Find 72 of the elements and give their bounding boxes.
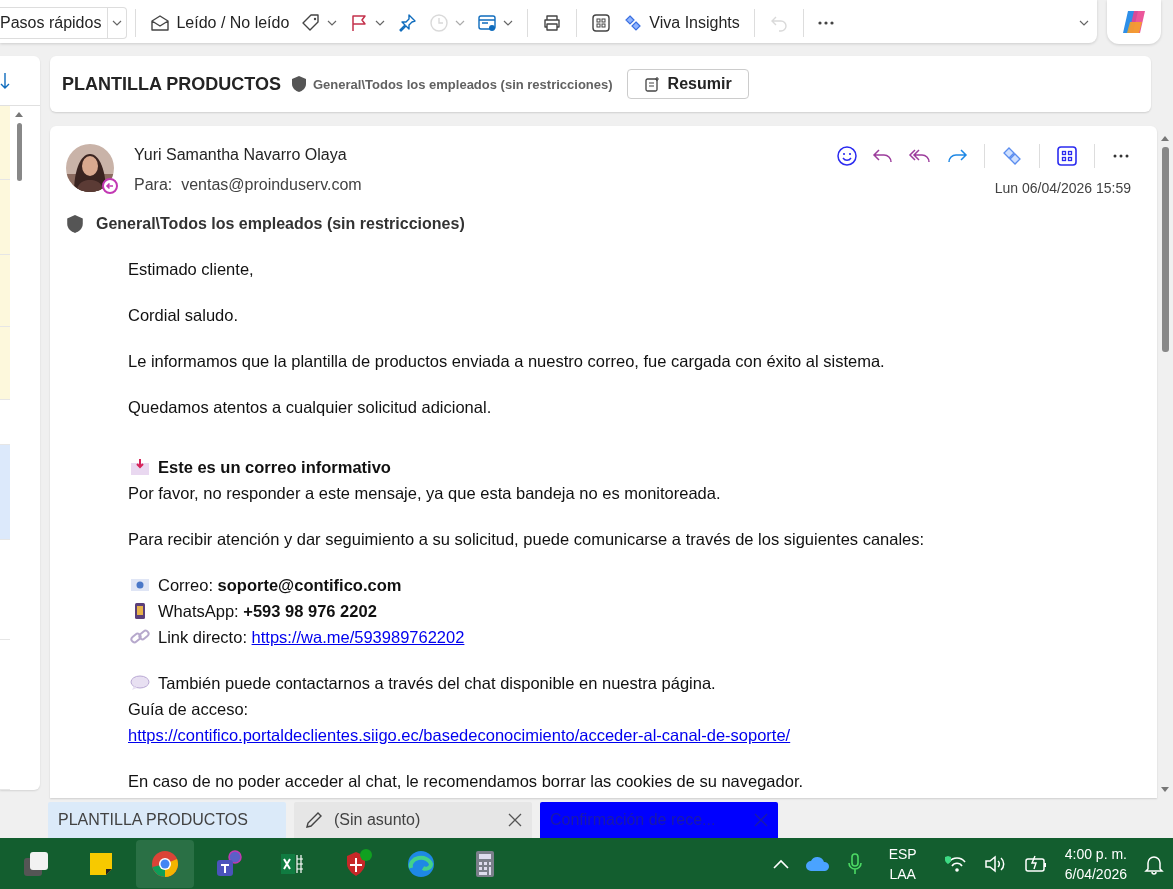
apps-icon[interactable] xyxy=(1056,145,1078,167)
scrollbar-thumb[interactable] xyxy=(16,123,22,181)
copilot-button[interactable] xyxy=(1107,0,1161,44)
microphone-icon[interactable] xyxy=(846,852,863,875)
pin-icon xyxy=(397,13,418,33)
chain-icon xyxy=(130,628,150,646)
sensitivity-label: General\Todos los empleados (sin restricciones) xyxy=(313,76,613,92)
recipient-line: Para: ventas@proinduserv.com xyxy=(134,176,363,194)
envelope-icon xyxy=(130,576,150,594)
message-tab[interactable]: (Sin asunto) xyxy=(294,802,532,838)
tag-icon xyxy=(301,13,322,33)
apps-icon xyxy=(591,13,612,33)
summary-icon xyxy=(643,76,660,92)
speech-bubble-icon xyxy=(130,674,150,692)
diamond-icon[interactable] xyxy=(1001,145,1023,167)
printer-icon xyxy=(542,13,563,33)
rules-icon xyxy=(477,13,498,33)
sort-arrow-icon[interactable] xyxy=(0,71,10,90)
shield-icon xyxy=(291,75,307,93)
sent-date: Lun 06/04/2026 15:59 xyxy=(994,180,1131,196)
link[interactable]: https://contifico.portaldeclientes.siigo.ec/basedeconocimiento/acceder-al-canal-de-soporte/ xyxy=(128,722,791,748)
body-text: Le informamos que la plantilla de productos enviada a nuestro correo, fue cargada con éxito al sistema. xyxy=(128,351,885,372)
envelope-icon xyxy=(150,13,171,33)
emoji-icon[interactable] xyxy=(836,145,858,167)
chevron-down-icon xyxy=(112,20,123,26)
body-text: Cordial saludo. xyxy=(128,305,239,326)
clock-icon xyxy=(429,13,450,33)
envelope-icon xyxy=(130,458,150,476)
body-text: Link directo: https://wa.me/593989762202 xyxy=(158,627,465,648)
battery-icon[interactable] xyxy=(1022,853,1049,874)
chevron-down-icon xyxy=(375,20,386,26)
scroll-down-icon[interactable] xyxy=(1161,787,1169,792)
quick-steps-split-button[interactable]: Pasos rápidos xyxy=(0,7,128,39)
body-text: Por favor, no responder a este mensaje, ya que esta bandeja no es monitoreada. xyxy=(128,483,721,504)
speaker-icon[interactable] xyxy=(982,853,1007,874)
body-text: WhatsApp: +593 98 976 2202 xyxy=(158,601,377,622)
chevron-down-icon xyxy=(503,20,514,26)
close-icon[interactable] xyxy=(508,813,522,827)
chevron-down-icon xyxy=(327,20,338,26)
heading-text: Este es un correo informativo xyxy=(158,457,391,478)
wifi-icon[interactable] xyxy=(942,853,967,874)
scrollbar-thumb[interactable] xyxy=(1161,147,1169,352)
chevron-up-icon[interactable] xyxy=(772,858,789,869)
taskbar-clock[interactable]: 4:00 p. m. 6/04/2026 xyxy=(1064,843,1127,884)
shield-icon xyxy=(66,214,84,234)
more-icon xyxy=(817,21,834,25)
body-text: También puede contactarnos a través del chat disponible en nuestra página. xyxy=(158,673,716,694)
sensitivity-label: General\Todos los empleados (sin restricciones) xyxy=(96,215,465,233)
quick-steps-button[interactable]: Pasos rápidos xyxy=(0,7,108,39)
link[interactable]: https://wa.me/593989762202 xyxy=(251,628,465,646)
body-text: En caso de no poder acceder al chat, le recomendamos borrar las cookies de su navegador. xyxy=(128,771,804,792)
body-text: Para recibir atención y dar seguimiento a su solicitud, puede comunicarse a través de los siguientes canales: xyxy=(128,529,925,550)
sender-name[interactable]: Yuri Samantha Navarro Olaya xyxy=(134,146,816,164)
scroll-up-icon[interactable] xyxy=(15,112,23,117)
language-indicator[interactable]: ESP LAA xyxy=(878,843,927,884)
cloud-icon[interactable] xyxy=(804,855,831,872)
body-text: Quedamos atentos a cualquier solicitud adicional. xyxy=(128,397,492,418)
email-subject: PLANTILLA PRODUCTOS xyxy=(62,73,281,95)
toolbar-button[interactable]: Leído / No leído xyxy=(144,7,296,39)
taskbar-app[interactable] xyxy=(136,839,194,888)
expand-ribbon-icon xyxy=(1079,20,1089,26)
body-text: Estimado cliente, xyxy=(128,259,254,280)
status-icon xyxy=(102,178,118,194)
toolbar-button[interactable]: Viva Insights xyxy=(617,7,746,39)
copilot-icon xyxy=(1120,8,1148,36)
scroll-up-icon[interactable] xyxy=(1161,136,1169,141)
body-text: Correo: soporte@contifico.com xyxy=(158,575,402,596)
pencil-icon xyxy=(304,810,324,830)
chevron-down-icon xyxy=(455,20,466,26)
body-text: Guía de acceso: xyxy=(128,699,249,720)
message-tab[interactable]: PLANTILLA PRODUCTOS xyxy=(48,802,286,838)
summarize-button[interactable]: Resumir xyxy=(626,69,749,99)
